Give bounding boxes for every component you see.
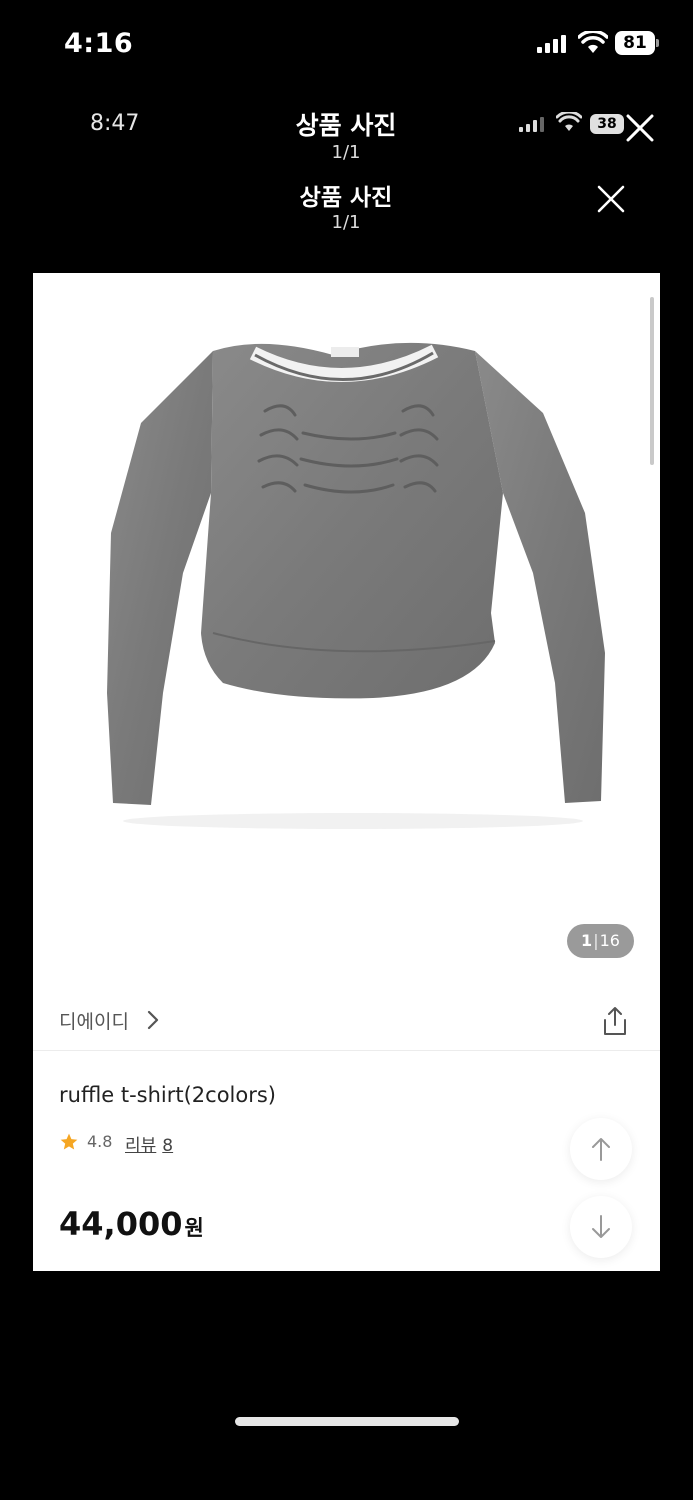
inner-battery-icon: 38 — [590, 114, 624, 134]
arrow-up-icon — [592, 1138, 610, 1161]
viewer-title: 상품 사진 — [299, 185, 393, 211]
wifi-icon — [578, 31, 608, 53]
rating-value: 4.8 — [87, 1132, 113, 1151]
product-price: 44,000원 — [59, 1205, 204, 1243]
inner-title: 상품 사진 — [295, 111, 397, 140]
product-name: ruffle t-shirt(2colors) — [59, 1083, 277, 1107]
brand-name[interactable]: 디에이디 — [59, 1007, 129, 1034]
product-photo[interactable] — [33, 273, 660, 978]
device-time: 4:16 — [64, 28, 134, 59]
close-icon[interactable] — [594, 182, 628, 216]
wifi-icon — [556, 112, 582, 131]
scroll-up-button[interactable] — [570, 1118, 632, 1180]
brand-row[interactable]: 디에이디 — [33, 991, 660, 1051]
review-link[interactable]: 리뷰 8 — [125, 1131, 173, 1156]
share-icon[interactable] — [600, 1005, 630, 1037]
battery-level: 81 — [615, 31, 655, 55]
image-counter: 1|16 — [567, 924, 634, 958]
scroll-down-button[interactable] — [570, 1196, 632, 1258]
star-icon — [60, 1133, 78, 1150]
cellular-signal-icon — [519, 117, 544, 132]
close-icon[interactable] — [622, 110, 658, 146]
scroll-indicator[interactable] — [650, 297, 654, 465]
device-status-bar: 4:16 81 — [0, 0, 693, 90]
cellular-signal-icon — [537, 35, 566, 53]
viewer-page-indicator: 1/1 — [331, 212, 361, 233]
inner-time: 8:47 — [90, 111, 140, 136]
battery-icon: 81 — [615, 31, 659, 55]
home-indicator[interactable] — [235, 1417, 459, 1426]
product-card: 1|16 디에이디 ruffle t-shirt(2colors) 4.8 리뷰… — [33, 273, 660, 1271]
chevron-right-icon[interactable] — [145, 1009, 161, 1031]
arrow-down-icon — [592, 1215, 610, 1238]
inner-page-indicator: 1/1 — [331, 142, 361, 163]
